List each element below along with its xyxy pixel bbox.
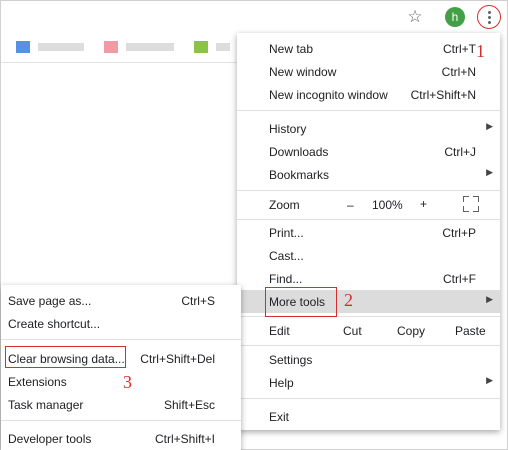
menu-item-label: Save page as... <box>8 294 92 308</box>
menu-divider <box>237 345 500 346</box>
submenu-item-developer-tools[interactable]: Developer tools Ctrl+Shift+I <box>1 427 241 450</box>
menu-item-label: New incognito window <box>269 88 388 102</box>
chevron-right-icon: ▶ <box>486 121 493 131</box>
bookmark-label-blurred <box>38 43 84 51</box>
menu-item-label: Print... <box>269 226 304 240</box>
bookmark-item[interactable] <box>16 41 86 53</box>
step-number-3: 3 <box>123 372 132 392</box>
menu-item-shortcut: Ctrl+Shift+I <box>154 432 215 446</box>
copy-button[interactable]: Copy <box>397 324 425 338</box>
menu-divider <box>237 190 500 191</box>
menu-item-shortcut: Ctrl+P <box>442 226 476 240</box>
annotation-box-clear-browsing <box>5 346 126 368</box>
menu-item-shortcut: Ctrl+N <box>441 65 476 79</box>
menu-item-label: Developer tools <box>8 432 92 446</box>
step-number-2: 2 <box>344 290 353 310</box>
browser-toolbar: ☆ h <box>1 1 506 35</box>
submenu-item-task-manager[interactable]: Task manager Shift+Esc <box>1 393 241 416</box>
menu-item-label: Task manager <box>8 398 84 412</box>
step-number-1: 1 <box>476 41 485 61</box>
zoom-level: 100% <box>372 198 403 212</box>
menu-item-zoom: Zoom – 100% + <box>237 193 500 216</box>
menu-item-bookmarks[interactable]: Bookmarks ▶ <box>237 163 500 186</box>
menu-item-label: Zoom <box>269 198 300 212</box>
submenu-item-save-page[interactable]: Save page as... Ctrl+S <box>1 289 241 312</box>
bookmark-item[interactable] <box>194 41 234 53</box>
chevron-right-icon: ▶ <box>486 375 493 385</box>
chevron-right-icon: ▶ <box>486 167 493 177</box>
menu-item-cast[interactable]: Cast... <box>237 244 500 267</box>
menu-item-label: Edit <box>269 324 290 338</box>
menu-item-new-tab[interactable]: New tab Ctrl+T <box>237 37 500 60</box>
bookmark-item[interactable] <box>104 41 174 53</box>
menu-item-label: Exit <box>269 410 290 424</box>
menu-item-shortcut: Ctrl+S <box>181 294 215 308</box>
menu-item-label: Help <box>269 376 294 390</box>
three-dot-menu-icon[interactable] <box>477 5 501 29</box>
menu-item-new-incognito-window[interactable]: New incognito window Ctrl+Shift+N <box>237 83 500 106</box>
menu-item-shortcut: Shift+Esc <box>163 398 215 412</box>
menu-item-exit[interactable]: Exit <box>237 405 500 428</box>
paste-button[interactable]: Paste <box>455 324 486 338</box>
menu-divider <box>1 339 241 340</box>
menu-item-label: Bookmarks <box>269 168 330 182</box>
bookmark-favicon-icon <box>104 41 118 53</box>
chevron-right-icon: ▶ <box>486 294 493 304</box>
menu-item-label: Create shortcut... <box>8 317 101 331</box>
menu-divider <box>1 420 241 421</box>
bookmark-favicon-icon <box>16 41 30 53</box>
bookmarks-bar-divider <box>1 62 237 63</box>
menu-item-print[interactable]: Print... Ctrl+P <box>237 221 500 244</box>
fullscreen-icon[interactable] <box>463 196 479 212</box>
menu-item-label: Extensions <box>8 375 67 389</box>
menu-item-shortcut: Ctrl+Shift+Del <box>140 352 215 366</box>
menu-item-downloads[interactable]: Downloads Ctrl+J <box>237 140 500 163</box>
bookmark-star-icon[interactable]: ☆ <box>404 6 426 28</box>
menu-divider <box>237 110 500 111</box>
bookmark-label-blurred <box>126 43 174 51</box>
chrome-main-menu: New tab Ctrl+T New window Ctrl+N New inc… <box>237 33 500 430</box>
menu-item-history[interactable]: History ▶ <box>237 117 500 140</box>
menu-item-label: New tab <box>269 42 314 56</box>
menu-item-label: History <box>269 122 307 136</box>
menu-item-shortcut: Ctrl+T <box>443 42 476 56</box>
cut-button[interactable]: Cut <box>343 324 362 338</box>
bookmark-favicon-icon <box>194 41 208 53</box>
menu-divider <box>237 398 500 399</box>
zoom-in-button[interactable]: + <box>420 197 427 211</box>
menu-item-label: Downloads <box>269 145 329 159</box>
menu-item-label: Settings <box>269 353 313 367</box>
menu-item-label: Cast... <box>269 249 304 263</box>
menu-item-label: Find... <box>269 272 303 286</box>
menu-item-help[interactable]: Help ▶ <box>237 371 500 394</box>
menu-item-shortcut: Ctrl+J <box>444 145 476 159</box>
menu-divider <box>237 219 500 220</box>
annotation-box-more-tools <box>265 287 337 317</box>
submenu-item-extensions[interactable]: Extensions <box>1 370 241 393</box>
menu-item-settings[interactable]: Settings <box>237 348 500 371</box>
menu-item-label: New window <box>269 65 337 79</box>
menu-item-shortcut: Ctrl+Shift+N <box>410 88 476 102</box>
zoom-out-button[interactable]: – <box>347 198 354 212</box>
submenu-item-create-shortcut[interactable]: Create shortcut... <box>1 312 241 335</box>
menu-item-new-window[interactable]: New window Ctrl+N <box>237 60 500 83</box>
profile-avatar[interactable]: h <box>445 7 465 27</box>
menu-item-shortcut: Ctrl+F <box>443 272 476 286</box>
bookmark-label-blurred <box>216 43 230 51</box>
menu-item-edit: Edit Cut Copy Paste <box>237 319 500 342</box>
